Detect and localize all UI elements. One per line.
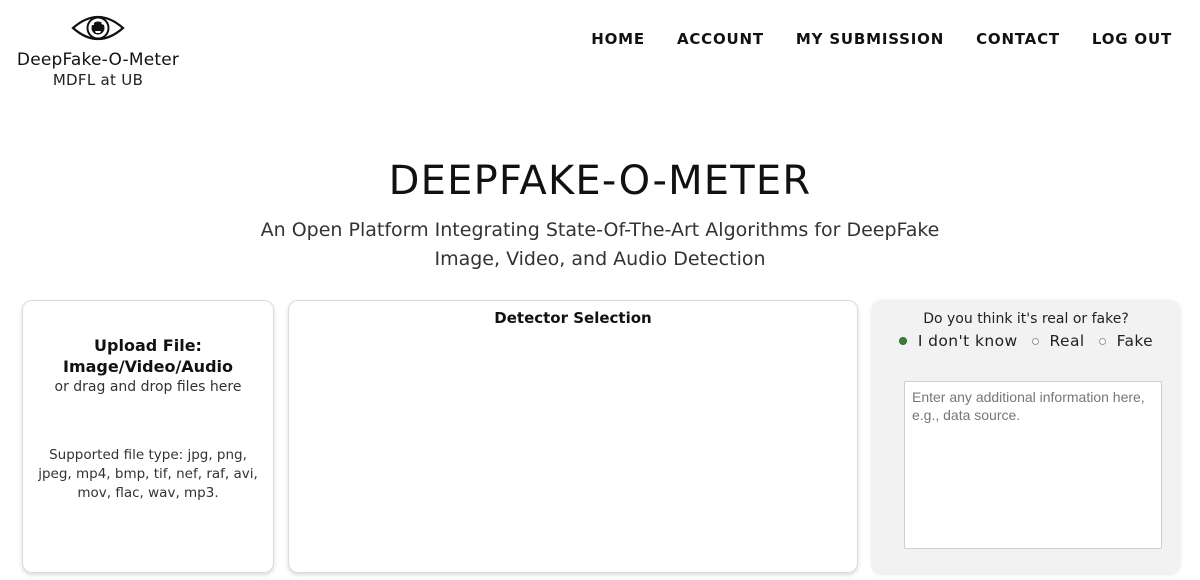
eye-icon — [71, 15, 125, 41]
feedback-panel: Do you think it's real or fake? I don't … — [872, 300, 1180, 573]
option-fake[interactable]: Fake — [1098, 332, 1154, 350]
option-real-label: Real — [1049, 332, 1085, 350]
supported-file-types: Supported file type: jpg, png, jpeg, mp4… — [38, 447, 258, 501]
nav-account[interactable]: ACCOUNT — [677, 30, 764, 48]
subtitle-line-1: An Open Platform Integrating State-Of-Th… — [260, 219, 940, 241]
additional-info-textarea[interactable] — [904, 381, 1162, 549]
feedback-radio-group: I don't know Real Fake — [872, 332, 1180, 350]
page: DeepFake-O-Meter MDFL at UB HOME ACCOUNT… — [0, 0, 1200, 580]
radio-dont-know[interactable] — [898, 337, 907, 345]
logo-subtitle: MDFL at UB — [52, 71, 144, 89]
detector-selection-title: Detector Selection — [494, 309, 652, 327]
option-dont-know[interactable]: I don't know — [898, 332, 1018, 350]
radio-real[interactable] — [1031, 337, 1039, 345]
upload-title: Upload File: Image/Video/Audio — [23, 335, 273, 377]
upload-dropzone[interactable]: Upload File: Image/Video/Audio or drag a… — [22, 300, 274, 573]
site-logo[interactable]: DeepFake-O-Meter MDFL at UB — [10, 8, 186, 89]
subtitle-line-2: Image, Video, and Audio Detection — [434, 248, 766, 270]
page-subtitle: An Open Platform Integrating State-Of-Th… — [0, 216, 1200, 274]
option-real[interactable]: Real — [1031, 332, 1085, 350]
upload-hint: or drag and drop files here — [54, 379, 242, 395]
nav-home[interactable]: HOME — [591, 30, 645, 48]
upload-title-line-2: Image/Video/Audio — [63, 357, 233, 376]
feedback-question: Do you think it's real or fake? — [923, 311, 1129, 327]
option-fake-label: Fake — [1116, 332, 1154, 350]
nav-contact[interactable]: CONTACT — [976, 30, 1060, 48]
nav-my-submission[interactable]: MY SUBMISSION — [796, 30, 944, 48]
logo-name: DeepFake-O-Meter — [16, 50, 180, 70]
main-nav: HOME ACCOUNT MY SUBMISSION CONTACT LOG O… — [591, 30, 1172, 48]
radio-fake[interactable] — [1098, 337, 1106, 345]
upload-title-line-1: Upload File: — [94, 336, 202, 355]
detector-selection-panel: Detector Selection — [288, 300, 858, 573]
nav-log-out[interactable]: LOG OUT — [1092, 30, 1172, 48]
option-dont-know-label: I don't know — [917, 332, 1018, 350]
page-title: DEEPFAKE-O-METER — [388, 158, 812, 204]
